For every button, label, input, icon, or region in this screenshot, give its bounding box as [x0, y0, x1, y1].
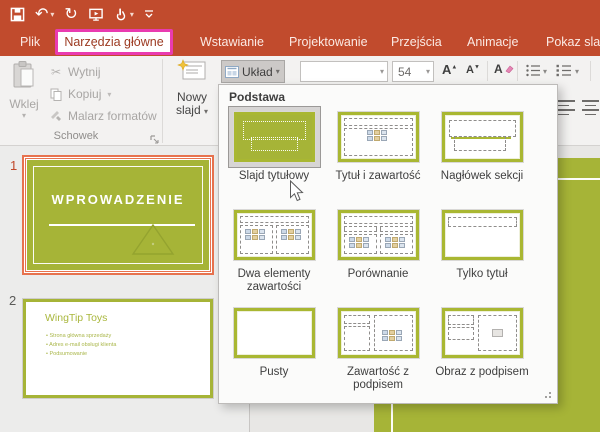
layout-item-porownanie[interactable]: Porównanie [326, 204, 430, 302]
group-separator [162, 59, 163, 143]
slide-1-thumbnail[interactable]: WPROWADZENIE [22, 155, 214, 275]
slide-2-title: WingTip Toys [45, 312, 107, 324]
mouse-cursor [289, 180, 304, 207]
customize-toolbar-icon[interactable] [144, 3, 154, 25]
save-icon[interactable] [10, 3, 25, 25]
decrease-font-size-button[interactable]: A▼ [466, 64, 480, 76]
bullet-list-caret-icon[interactable]: ▾ [543, 67, 547, 76]
tab-narzedzia-glowne-label: Narzędzia główne [64, 35, 163, 49]
new-slide-caret-icon: ▾ [204, 107, 208, 116]
tab-przejscia[interactable]: Przejścia [391, 28, 442, 56]
picture-icon [492, 329, 503, 337]
tab-wstawianie[interactable]: Wstawianie [200, 28, 264, 56]
paste-label: Wklej [4, 97, 44, 111]
bullet-list-button[interactable] [526, 64, 541, 82]
tab-plik[interactable]: Plik [20, 28, 40, 56]
touch-mouse-mode-icon[interactable]: ▾ [114, 3, 134, 25]
copy-button[interactable]: Kopiuj ▾ [47, 84, 111, 104]
copy-icon [47, 88, 65, 101]
format-painter-button[interactable]: Malarz formatów [47, 106, 157, 126]
separator [590, 61, 591, 81]
slide-thumbnails-panel: 1 WPROWADZENIE 2 WingTip Toys Stron [0, 146, 250, 432]
slide-1-number: 1 [10, 158, 17, 173]
layout-caret-icon: ▾ [276, 67, 280, 76]
layout-icon [225, 66, 239, 78]
numbered-list-button[interactable] [556, 64, 572, 82]
layout-gallery-header: Podstawa [229, 90, 285, 104]
align-left-icon[interactable] [558, 100, 575, 115]
layout-button[interactable]: Układ▾ [221, 60, 285, 83]
start-slideshow-icon[interactable] [88, 3, 104, 25]
slide-1-title: WPROWADZENIE [27, 192, 209, 207]
font-size-caret-icon[interactable]: ▾ [423, 67, 433, 76]
font-name-combobox[interactable]: ▾ [300, 61, 388, 82]
cut-button[interactable]: ✂ Wytnij [47, 62, 101, 82]
tab-animacje[interactable]: Animacje [467, 28, 518, 56]
new-slide-icon [177, 59, 207, 85]
align-center-icon[interactable] [582, 100, 599, 115]
tab-projektowanie[interactable]: Projektowanie [289, 28, 368, 56]
layout-item-tytul-i-zawartosc[interactable]: Tytuł i zawartość [326, 106, 430, 204]
format-painter-icon [47, 110, 65, 122]
layout-item-pusty[interactable]: Pusty [222, 302, 326, 400]
layout-item-slajd-tytulowy[interactable]: Slajd tytułowy [222, 106, 326, 204]
increase-font-size-button[interactable]: A▲ [442, 62, 457, 77]
font-name-caret-icon[interactable]: ▾ [377, 67, 387, 76]
slide-2-bullets: Strona główna sprzedaży Adres e-mail obs… [46, 332, 116, 359]
layout-item-zawartosc-z-podpisem[interactable]: Zawartość z podpisem [326, 302, 430, 400]
layout-gallery-grid: Slajd tytułowy Tytuł i zawartość Nagłówe… [222, 106, 534, 400]
tab-pokaz-slajdow[interactable]: Pokaz slajdów [546, 28, 600, 56]
clipboard-group-label: Schowek [0, 130, 152, 142]
separator [517, 61, 518, 81]
layout-item-dwa-elementy-zawartosci[interactable]: Dwa elementy zawartości [222, 204, 326, 302]
slide-1-triangle-shape [129, 218, 177, 256]
tab-narzedzia-glowne[interactable]: Narzędzia główne [55, 29, 173, 55]
ribbon-tab-bar: Plik Narzędzia główne Wstawianie Projekt… [0, 28, 600, 56]
layout-item-obraz-z-podpisem[interactable]: Obraz z podpisem [430, 302, 534, 400]
separator [487, 61, 488, 81]
dropdown-resize-grip[interactable] [544, 391, 552, 399]
paste-caret-icon[interactable]: ▾ [4, 111, 44, 120]
new-slide-button[interactable]: Nowy slajd ▾ [166, 59, 218, 139]
font-size-combobox[interactable]: 54 ▾ [392, 61, 434, 82]
touch-mode-caret-icon[interactable]: ▾ [130, 10, 134, 19]
layout-gallery-dropdown: Podstawa Slajd tytułowy Tytuł i zawartoś… [218, 84, 558, 404]
layout-item-naglowek-sekcji[interactable]: Nagłówek sekcji [430, 106, 534, 204]
scissors-icon: ✂ [47, 65, 65, 79]
undo-caret-icon[interactable]: ▾ [50, 10, 54, 19]
powerpoint-window: ↶▾ ↻ ▾ Plik Narzędzia główne Wstawianie … [0, 0, 600, 432]
slide-2-thumbnail[interactable]: WingTip Toys Strona główna sprzedaży Adr… [22, 298, 214, 399]
redo-icon[interactable]: ↻ [64, 3, 77, 25]
clear-formatting-button[interactable]: A [494, 62, 514, 76]
layout-item-tylko-tytul[interactable]: Tylko tytuł [430, 204, 534, 302]
quick-access-toolbar: ↶▾ ↻ ▾ [0, 0, 600, 28]
slide-2-number: 2 [9, 293, 16, 308]
copy-caret-icon[interactable]: ▾ [107, 90, 111, 99]
undo-icon[interactable]: ↶▾ [35, 3, 54, 25]
clipboard-icon [11, 60, 37, 90]
paste-button[interactable]: Wklej ▾ [4, 60, 44, 136]
numbered-list-caret-icon[interactable]: ▾ [575, 67, 579, 76]
